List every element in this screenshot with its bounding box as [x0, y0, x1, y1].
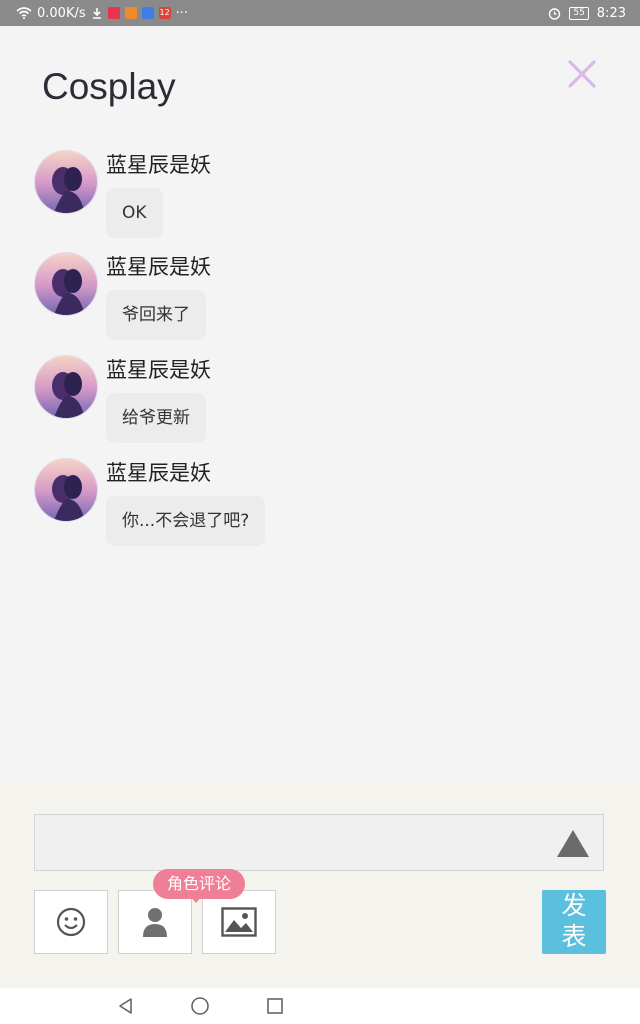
avatar-image-icon [35, 151, 97, 213]
message-bubble: OK [106, 188, 163, 238]
message-bubble: 给爷更新 [106, 393, 206, 443]
battery-icon: 55 [569, 6, 589, 20]
comment-input[interactable] [34, 814, 604, 871]
emoji-icon [56, 907, 86, 937]
avatar[interactable] [34, 458, 98, 522]
avatar-image-icon [35, 253, 97, 315]
notification-badge-icon: 12 [158, 7, 171, 19]
message-item: 蓝星辰是妖 你...不会退了吧? [34, 458, 594, 558]
person-icon [143, 908, 167, 937]
role-comment-badge[interactable]: 角色评论 [153, 869, 246, 899]
avatar[interactable] [34, 355, 98, 419]
emoji-button[interactable] [34, 890, 108, 954]
expand-triangle-icon[interactable] [557, 830, 589, 857]
download-icon [92, 8, 101, 19]
composer-panel: 角色评论 发 表 [0, 780, 640, 988]
app-icon-blue [141, 7, 154, 19]
network-speed: 0.00K/s [37, 5, 86, 21]
alarm-icon [549, 7, 561, 20]
app-icon-red [107, 7, 120, 19]
image-button[interactable] [202, 890, 276, 954]
message-bubble: 爷回来了 [106, 290, 206, 340]
more-notifications-icon: ··· [175, 5, 189, 21]
post-button[interactable]: 发 表 [542, 890, 606, 954]
message-item: 蓝星辰是妖 爷回来了 [34, 252, 594, 352]
post-button-label-1: 发 [561, 891, 587, 920]
username: 蓝星辰是妖 [106, 153, 211, 177]
username: 蓝星辰是妖 [106, 358, 211, 382]
role-button[interactable] [118, 890, 192, 954]
wifi-icon [16, 7, 32, 19]
badge-tail [190, 896, 202, 903]
avatar-image-icon [35, 459, 97, 521]
avatar[interactable] [34, 150, 98, 214]
status-bar: 0.00K/s 12 ··· 55 8:23 [0, 0, 640, 26]
image-icon [221, 907, 257, 937]
home-icon[interactable] [190, 996, 210, 1016]
system-nav-bar [0, 988, 640, 1024]
page-title: Cosplay [42, 66, 176, 107]
message-item: 蓝星辰是妖 给爷更新 [34, 355, 594, 455]
post-button-label-2: 表 [561, 922, 587, 951]
recents-icon[interactable] [265, 996, 285, 1016]
back-icon[interactable] [116, 996, 136, 1016]
clock: 8:23 [596, 5, 626, 21]
message-item: 蓝星辰是妖 OK [34, 150, 594, 250]
message-bubble: 你...不会退了吧? [106, 496, 266, 546]
app-icon-orange [124, 7, 137, 19]
username: 蓝星辰是妖 [106, 255, 211, 279]
avatar[interactable] [34, 252, 98, 316]
avatar-image-icon [35, 356, 97, 418]
username: 蓝星辰是妖 [106, 461, 211, 485]
close-icon[interactable] [566, 58, 598, 90]
